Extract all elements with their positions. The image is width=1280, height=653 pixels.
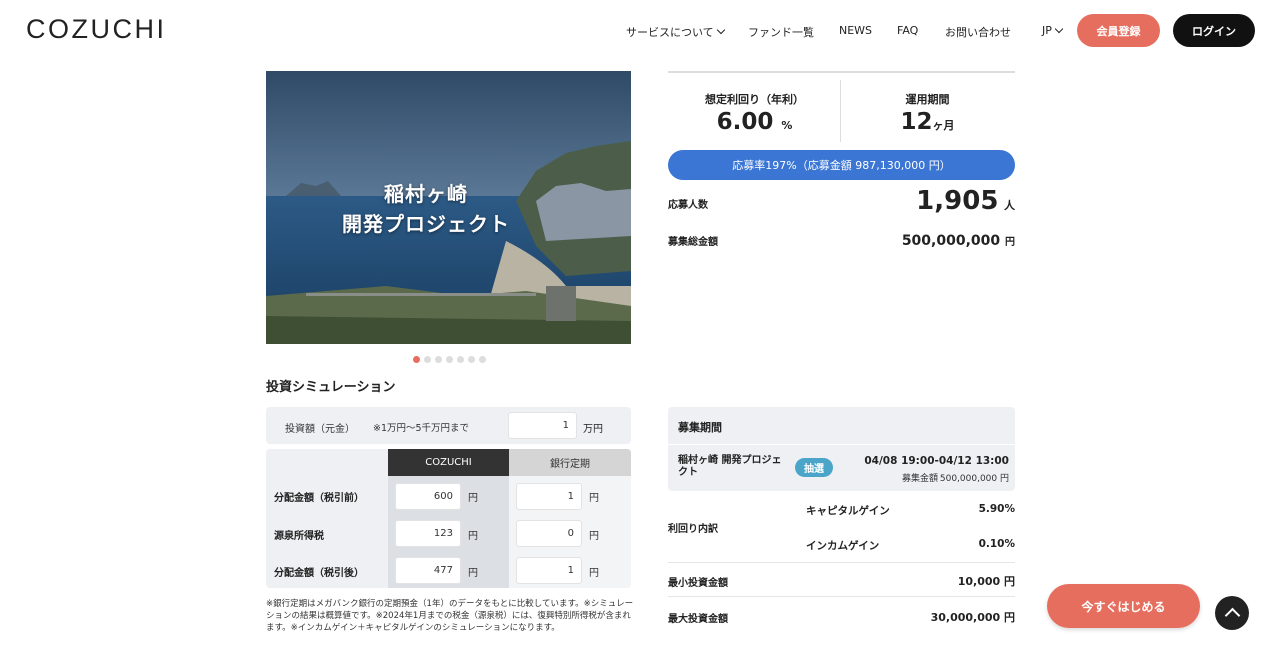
- cozuchi-pretax-value: 600: [395, 483, 461, 510]
- min-investment-label: 最小投資金額: [668, 578, 728, 589]
- nav-funds[interactable]: ファンド一覧: [748, 24, 814, 40]
- language-selector[interactable]: JP: [1042, 24, 1064, 37]
- row-label-pretax: 分配金額（税引前）: [274, 493, 364, 504]
- investment-amount-input[interactable]: 1: [508, 412, 577, 439]
- cozuchi-logo[interactable]: COZUCHI: [26, 14, 167, 45]
- login-button[interactable]: ログイン: [1173, 14, 1255, 47]
- nav-service[interactable]: サービスについて: [626, 24, 725, 40]
- nav-news[interactable]: NEWS: [839, 24, 872, 37]
- income-gain-label: インカムゲイン: [806, 540, 880, 552]
- nav-news-label: NEWS: [839, 24, 873, 37]
- bank-pretax-value: 1: [516, 483, 582, 510]
- yen-unit: 円: [589, 568, 599, 579]
- cozuchi-withholding-value: 123: [395, 520, 461, 547]
- start-now-button[interactable]: 今すぐはじめる: [1047, 584, 1200, 628]
- recruitment-project-name: 稲村ヶ崎 開発プロジェクト: [678, 455, 782, 478]
- yen-unit: 円: [589, 493, 599, 504]
- recruitment-amount-label: 募集金額: [902, 474, 939, 484]
- project-hero-image[interactable]: 稲村ヶ崎 開発プロジェクト: [266, 71, 631, 344]
- nav-faq[interactable]: FAQ: [897, 24, 918, 37]
- carousel-dots: [413, 356, 486, 363]
- total-amount-value: 500,000,000 円: [901, 233, 1015, 249]
- nav-contact[interactable]: お問い合わせ: [945, 24, 1011, 40]
- column-header-cozuchi: COZUCHI: [388, 449, 509, 476]
- total-amount-label: 募集総金額: [668, 237, 718, 248]
- carousel-dot[interactable]: [479, 356, 486, 363]
- recruitment-period-row: 稲村ヶ崎 開発プロジェクト 抽選 04/08 19:00-04/12 13:00…: [668, 445, 1015, 491]
- chevron-down-icon: [716, 25, 725, 35]
- carousel-dot[interactable]: [457, 356, 464, 363]
- divider: [668, 71, 1015, 73]
- expected-yield-label: 想定利回り（年利）: [705, 93, 804, 106]
- carousel-dot[interactable]: [435, 356, 442, 363]
- simulation-table: COZUCHI 銀行定期 分配金額（税引前） 600 円 1 円 源泉所得税 1…: [266, 449, 631, 588]
- bank-aftertax-value: 1: [516, 557, 582, 584]
- row-label-aftertax: 分配金額（税引後）: [274, 568, 364, 579]
- nav-faq-label: FAQ: [897, 24, 919, 37]
- expected-yield: 想定利回り（年利） 6.00 %: [668, 80, 841, 142]
- capital-gain-label: キャピタルゲイン: [806, 505, 890, 517]
- cozuchi-aftertax-value: 477: [395, 557, 461, 584]
- applicants-value: 1,905 人: [916, 186, 1015, 216]
- simulation-title: 投資シミュレーション: [266, 380, 396, 395]
- max-investment-value: 30,000,000 円: [930, 611, 1015, 624]
- application-rate-bar: 応募率197%（応募金額 987,130,000 円）: [668, 150, 1015, 180]
- simulation-note: ※銀行定期はメガバンク銀行の定期預金（1年）のデータをもとに比較しています。※シ…: [266, 599, 634, 633]
- investment-amount-row: 投資額（元金） ※1万円〜5千万円まで 1 万円: [266, 407, 631, 444]
- yen-unit: 円: [468, 568, 478, 579]
- nav-funds-label: ファンド一覧: [748, 26, 814, 39]
- scroll-to-top-button[interactable]: [1215, 596, 1249, 630]
- carousel-dot[interactable]: [413, 356, 420, 363]
- carousel-dot[interactable]: [446, 356, 453, 363]
- yen-unit: 円: [468, 493, 478, 504]
- capital-gain-value: 5.90%: [978, 503, 1015, 515]
- bank-withholding-value: 0: [516, 520, 582, 547]
- chevron-down-icon: [1054, 24, 1064, 33]
- expected-yield-value: 6.00 %: [716, 109, 793, 135]
- project-title-line1: 稲村ヶ崎: [384, 182, 468, 206]
- applicants-label: 応募人数: [668, 200, 708, 211]
- column-header-bank: 銀行定期: [509, 449, 631, 476]
- language-label: JP: [1042, 24, 1052, 37]
- yield-breakdown-label: 利回り内訳: [668, 524, 718, 535]
- operation-period-value: 12ヶ月: [900, 109, 955, 135]
- project-title-line2: 開発プロジェクト: [342, 212, 510, 236]
- operation-period-label: 運用期間: [905, 93, 950, 106]
- yen-unit: 円: [589, 531, 599, 542]
- recruitment-period-header: 募集期間: [668, 407, 1015, 444]
- divider: [668, 596, 1015, 597]
- lottery-badge: 抽選: [795, 458, 833, 477]
- nav-contact-label: お問い合わせ: [945, 26, 1011, 39]
- carousel-dot[interactable]: [468, 356, 475, 363]
- income-gain-value: 0.10%: [978, 538, 1015, 550]
- site-header: COZUCHI サービスについて ファンド一覧 NEWS FAQ お問い合わせ …: [0, 0, 1280, 62]
- carousel-dot[interactable]: [424, 356, 431, 363]
- investment-range-note: ※1万円〜5千万円まで: [373, 423, 470, 434]
- project-title-overlay: 稲村ヶ崎 開発プロジェクト: [266, 179, 586, 239]
- chevron-up-icon: [1224, 607, 1240, 624]
- row-label-withholding: 源泉所得税: [274, 531, 324, 542]
- register-button[interactable]: 会員登録: [1077, 14, 1160, 47]
- operation-period: 運用期間 12ヶ月: [841, 80, 1014, 142]
- recruitment-amount: 500,000,000 円: [939, 474, 1009, 484]
- investment-amount-unit: 万円: [583, 424, 603, 435]
- recruitment-dates: 04/08 19:00-04/12 13:00: [864, 455, 1009, 467]
- nav-service-label: サービスについて: [626, 26, 714, 39]
- divider: [668, 562, 1015, 563]
- yen-unit: 円: [468, 531, 478, 542]
- investment-amount-label: 投資額（元金）: [285, 424, 355, 435]
- min-investment-value: 10,000 円: [957, 575, 1015, 588]
- max-investment-label: 最大投資金額: [668, 614, 728, 625]
